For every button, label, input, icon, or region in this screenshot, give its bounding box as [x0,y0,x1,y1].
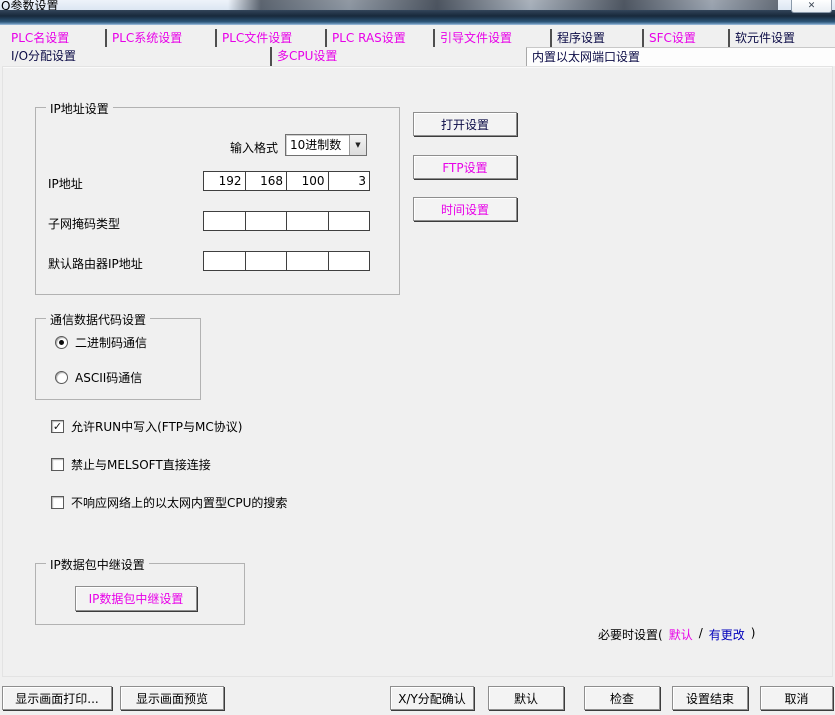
subnet-mask-octet-2[interactable] [245,212,287,230]
default-router-ip-label: 默认路由器IP地址 [48,255,143,272]
dropdown-arrow-icon[interactable]: ▼ [349,135,366,155]
ip-address-fields [203,171,370,191]
tab-program-setting[interactable]: 程序设置 [550,29,642,47]
radio-icon[interactable] [55,371,68,384]
hint-suffix: ) [751,626,756,643]
subnet-mask-octet-1[interactable] [204,212,245,230]
ip-address-octet-4[interactable] [328,172,370,190]
router-ip-octet-4[interactable] [328,252,370,270]
ip-packet-relay-button[interactable]: IP数据包中继设置 [75,586,197,611]
tab-plc-name-setting[interactable]: PLC名设置 [6,29,105,47]
checkbox-disable-melsoft-direct[interactable]: ✓ 禁止与MELSOFT直接连接 [51,456,211,473]
titlebar[interactable]: Q参数设置 [0,0,835,10]
subnet-mask-octet-4[interactable] [328,212,370,230]
comm-data-code-group: 通信数据代码设置 [35,318,201,400]
hint-default-label: 默认 [669,626,693,643]
radio-icon[interactable] [55,336,68,349]
background-window-glimpse [228,0,778,10]
tab-plc-file-setting[interactable]: PLC文件设置 [215,29,325,47]
time-settings-button[interactable]: 时间设置 [413,197,517,221]
dialog-window: Q参数设置 ✕ PLC名设置 PLC系统设置 PLC文件设置 PLC RAS设置… [0,0,835,715]
checkbox-disable-melsoft-direct-label: 禁止与MELSOFT直接连接 [71,456,211,473]
hint-separator: / [699,626,703,643]
ftp-settings-button[interactable]: FTP设置 [413,155,517,179]
input-format-label: 输入格式 [230,139,278,156]
tab-plc-system-setting[interactable]: PLC系统设置 [105,29,215,47]
radio-ascii-comm[interactable]: ASCII码通信 [55,369,142,386]
print-screen-button[interactable]: 显示画面打印... [2,686,112,710]
checkbox-allow-run-write[interactable]: ✓ 允许RUN中写入(FTP与MC协议) [51,418,242,435]
checkbox-no-cpu-search-response-label: 不响应网络上的以太网内置型CPU的搜索 [71,494,287,511]
window-title: Q参数设置 [1,0,58,10]
input-format-dropdown[interactable]: 10进制数 ▼ [285,134,367,156]
router-ip-octet-2[interactable] [245,252,287,270]
tab-multi-cpu-setting[interactable]: 多CPU设置 [270,47,526,66]
checkbox-allow-run-write-label: 允许RUN中写入(FTP与MC协议) [71,418,242,435]
tab-device-setting[interactable]: 软元件设置 [728,29,835,47]
hint-changed-label: 有更改 [709,626,745,643]
cancel-button[interactable]: 取消 [760,686,833,710]
check-button[interactable]: 检查 [584,686,660,710]
tab-boot-file-setting[interactable]: 引导文件设置 [433,29,550,47]
tab-builtin-ethernet-port-setting[interactable]: 内置以太网端口设置 [526,47,835,66]
radio-ascii-label: ASCII码通信 [75,369,142,386]
close-button[interactable]: ✕ [791,0,832,13]
xy-assignment-confirm-button[interactable]: X/Y分配确认 [390,686,474,710]
tab-io-assignment-setting[interactable]: I/O分配设置 [6,47,270,66]
radio-binary-label: 二进制码通信 [75,334,147,351]
setting-hint-legend: 必要时设置( 默认 / 有更改 ) [598,626,755,643]
checkbox-icon[interactable]: ✓ [51,496,64,509]
tab-row-2: I/O分配设置 多CPU设置 内置以太网端口设置 [0,47,835,66]
ip-address-octet-3[interactable] [286,172,328,190]
checkbox-no-cpu-search-response[interactable]: ✓ 不响应网络上的以太网内置型CPU的搜索 [51,494,287,511]
tab-sfc-setting[interactable]: SFC设置 [642,29,728,47]
comm-group-title: 通信数据代码设置 [46,311,150,328]
close-icon: ✕ [808,1,816,11]
ip-address-octet-2[interactable] [245,172,287,190]
hint-prefix: 必要时设置( [598,626,663,643]
input-format-value: 10进制数 [286,135,349,155]
subnet-mask-octet-3[interactable] [286,212,328,230]
preview-screen-button[interactable]: 显示画面预览 [120,686,224,710]
subnet-mask-label: 子网掩码类型 [48,215,120,232]
titlebar-lower-band [0,10,835,25]
tab-row-1: PLC名设置 PLC系统设置 PLC文件设置 PLC RAS设置 引导文件设置 … [0,29,835,47]
relay-group-title: IP数据包中继设置 [46,556,149,573]
ip-group-title: IP地址设置 [46,100,113,117]
checkbox-icon[interactable]: ✓ [51,458,64,471]
open-settings-button[interactable]: 打开设置 [413,112,517,136]
router-ip-octet-1[interactable] [204,252,245,270]
default-button[interactable]: 默认 [488,686,564,710]
subnet-mask-fields [203,211,370,231]
router-ip-octet-3[interactable] [286,252,328,270]
finish-setting-button[interactable]: 设置结束 [672,686,748,710]
radio-binary-comm[interactable]: 二进制码通信 [55,334,147,351]
ip-address-label: IP地址 [48,175,83,192]
checkbox-icon[interactable]: ✓ [51,420,64,433]
tab-strip: PLC名设置 PLC系统设置 PLC文件设置 PLC RAS设置 引导文件设置 … [0,29,835,66]
ip-address-octet-1[interactable] [204,172,245,190]
tab-plc-ras-setting[interactable]: PLC RAS设置 [325,29,433,47]
default-router-ip-fields [203,251,370,271]
